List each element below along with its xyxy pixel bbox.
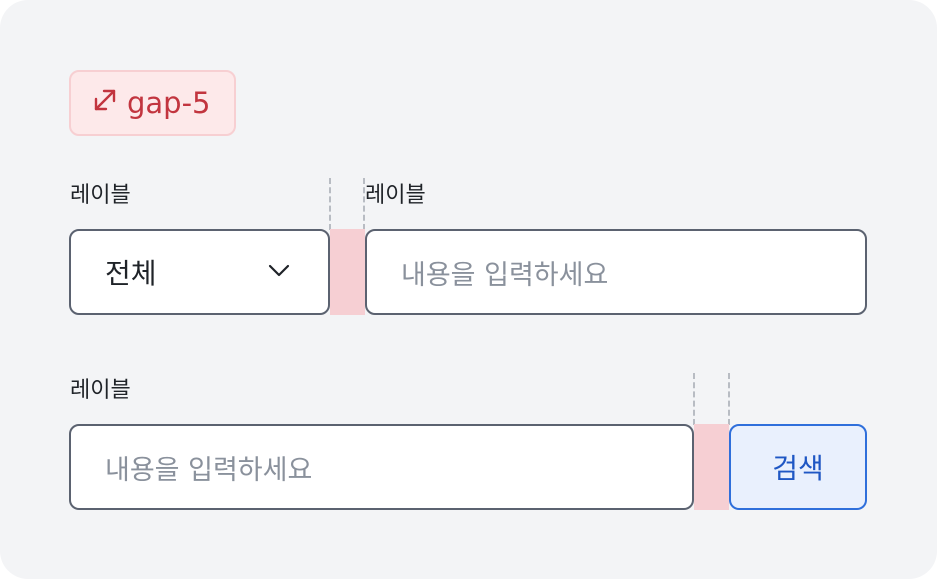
chevron-down-icon [266,257,292,287]
input-label-row2: 레이블 [70,378,131,403]
gap-guide-right-row1 [363,178,365,230]
select-value: 전체 [105,257,157,290]
input-placeholder-row2: 내용을 입력하세요 [105,454,313,486]
input-label-row1: 레이블 [365,183,426,208]
search-button[interactable]: 검색 [729,424,867,510]
gap-guide-right-row2 [728,373,730,425]
category-select[interactable]: 전체 [69,229,330,315]
gap-badge: gap-5 [69,70,236,136]
gap-guide-left-row2 [693,373,695,425]
gap-badge-label: gap-5 [127,86,211,120]
search-button-label: 검색 [772,452,824,485]
text-input-row1[interactable]: 내용을 입력하세요 [365,229,867,315]
gap-highlight-row2 [694,424,729,510]
spacing-demo-canvas: gap-5 레이블 레이블 전체 내용을 입력하세요 레이블 내용을 입력하세요… [0,0,937,579]
input-placeholder-row1: 내용을 입력하세요 [401,259,609,291]
select-label: 레이블 [70,183,131,208]
gap-guide-left-row1 [329,178,331,230]
resize-diagonal-icon [91,86,119,121]
gap-highlight-row1 [330,229,365,315]
text-input-row2[interactable]: 내용을 입력하세요 [69,424,694,510]
